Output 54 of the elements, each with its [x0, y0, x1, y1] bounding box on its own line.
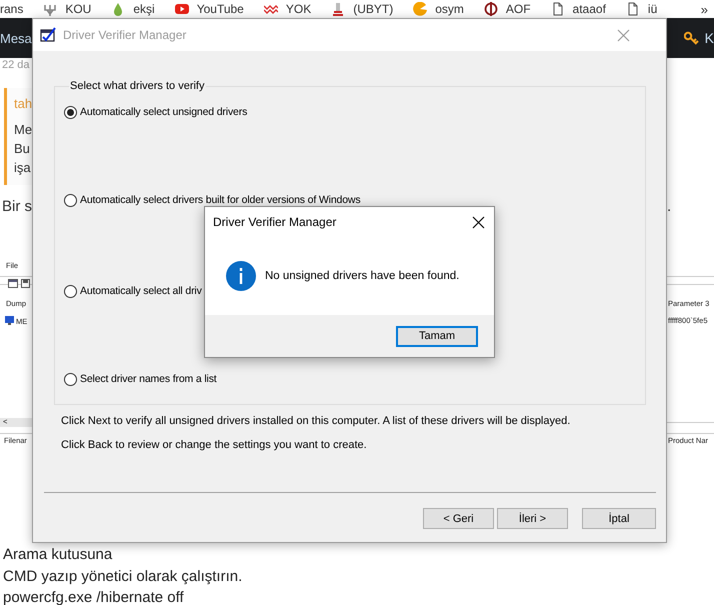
quote-author: tah	[14, 96, 32, 111]
radio-label[interactable]: Automatically select all driv	[80, 285, 202, 297]
back-button[interactable]: < Geri	[423, 508, 494, 529]
header-link[interactable]: K	[704, 30, 714, 46]
paragraph-text: powercfg.exe /hibernate off	[3, 588, 185, 605]
ring-icon[interactable]	[484, 2, 498, 16]
window-icon[interactable]	[8, 279, 18, 288]
post-date: 22 da	[2, 59, 30, 71]
key-icon[interactable]	[684, 30, 699, 46]
bookmark-link[interactable]: iü	[648, 2, 658, 16]
bookmark-link[interactable]: (UBYT)	[353, 2, 394, 16]
instruction-text: Click Back to review or change the settings you want to create.	[61, 439, 368, 451]
instruction-text: Click Next to verify all unsigned drivers installed on this computer. A list of these drivers will be displayed.	[61, 415, 572, 427]
paragraph-text: Bir s	[2, 198, 32, 215]
paragraph-text: .	[667, 198, 672, 215]
save-icon[interactable]	[21, 279, 30, 288]
quote-text: işa	[14, 160, 31, 175]
paragraph-text: Arama kutusuna	[3, 545, 114, 565]
checklist-icon	[40, 27, 56, 43]
document-icon[interactable]	[550, 2, 565, 16]
quote-text: Me	[14, 122, 32, 137]
emblem-icon[interactable]	[331, 2, 346, 16]
header-link[interactable]: Mesa	[0, 30, 32, 46]
radio-button[interactable]	[64, 194, 77, 207]
cancel-button[interactable]: İptal	[582, 508, 656, 529]
dialog-title: Driver Verifier Manager	[213, 215, 338, 229]
bookmark-link[interactable]: rans	[0, 2, 24, 16]
radio-button[interactable]	[64, 106, 77, 119]
bookmark-link[interactable]: AOF	[506, 2, 531, 16]
bookmark-link[interactable]: ekşi	[133, 2, 155, 16]
radio-label[interactable]: Automatically select unsigned drivers	[80, 106, 248, 118]
quote-text: Bu	[14, 141, 30, 156]
window-title: Driver Verifier Manager	[63, 28, 188, 42]
ok-button[interactable]: Tamam	[396, 326, 478, 346]
bookmark-link[interactable]: YOK	[286, 2, 312, 16]
bookmark-link[interactable]: YouTube	[196, 2, 244, 16]
monitor-icon	[5, 316, 14, 325]
radio-label[interactable]: Select driver names from a list	[80, 373, 217, 385]
bookmark-link[interactable]: osym	[435, 2, 464, 16]
bookmark-link[interactable]: KOU	[65, 2, 92, 16]
radio-label[interactable]: Automatically select drivers built for older versions of Windows	[80, 194, 360, 206]
info-icon	[226, 261, 256, 291]
message-text: No unsigned drivers have been found.	[265, 270, 460, 282]
play-icon[interactable]	[174, 2, 189, 16]
group-label: Select what drivers to verify	[69, 80, 206, 92]
fork-icon[interactable]	[43, 2, 58, 16]
paragraph-text: CMD yazıp yönetici olarak çalıştırın.	[3, 566, 242, 586]
document-icon[interactable]	[626, 2, 640, 16]
radio-button[interactable]	[64, 285, 77, 298]
radio-button[interactable]	[64, 373, 77, 386]
more-bookmarks-button[interactable]: »	[700, 2, 708, 16]
next-button[interactable]: İleri >	[497, 508, 568, 529]
bookmark-link[interactable]: ataaof	[572, 2, 606, 16]
close-icon[interactable]	[472, 216, 484, 228]
